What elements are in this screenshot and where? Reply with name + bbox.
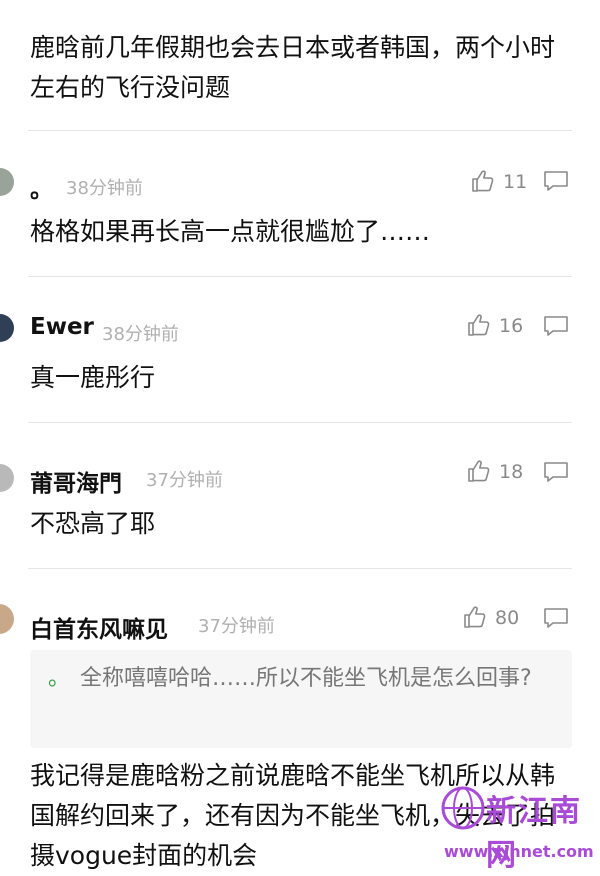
comment-bubble-icon[interactable] — [542, 169, 570, 193]
thumbs-up-icon[interactable] — [466, 312, 492, 338]
timestamp: 38分钟前 — [102, 324, 179, 345]
quoted-reply-body: 全称嘻嘻哈哈……所以不能坐飞机是怎么回事? — [80, 666, 532, 691]
avatar[interactable] — [0, 464, 14, 492]
thumbs-up-icon[interactable] — [470, 168, 496, 194]
like-count: 18 — [499, 461, 524, 483]
timestamp: 38分钟前 — [66, 178, 143, 199]
comment-text: 真一鹿彤行 — [30, 363, 156, 392]
comment-bubble-icon[interactable] — [542, 606, 570, 630]
comment-text: 格格如果再长高一点就很尴尬了…… — [30, 217, 431, 246]
username[interactable]: 莆哥海門 — [30, 464, 122, 498]
comment-item: Ewer 38分钟前 16 真一鹿彤行 — [0, 306, 600, 422]
like-count: 11 — [503, 171, 528, 193]
globe-logo-icon — [441, 786, 485, 830]
username[interactable]: Ewer — [30, 314, 94, 340]
divider — [28, 422, 572, 423]
comment-bubble-icon[interactable] — [542, 314, 570, 338]
avatar[interactable] — [0, 168, 14, 196]
quoted-reply-text: 。全称嘻嘻哈哈……所以不能坐飞机是怎么回事? — [48, 662, 548, 696]
divider — [28, 276, 572, 277]
quoted-reply[interactable]: 。全称嘻嘻哈哈……所以不能坐飞机是怎么回事? — [30, 650, 572, 748]
timestamp: 37分钟前 — [198, 616, 275, 637]
username[interactable]: 。 — [30, 170, 53, 204]
thumbs-up-icon[interactable] — [462, 604, 488, 630]
comment-text: 不恐高了耶 — [30, 509, 156, 538]
divider — [28, 568, 572, 569]
quoted-reply-author[interactable]: 。 — [48, 666, 70, 691]
username[interactable]: 白首东风嘛见 — [30, 610, 168, 644]
site-watermark: 新江南网 www.xjnnet.com — [432, 780, 600, 873]
comment-feed: 鹿晗前几年假期也会去日本或者韩国，两个小时左右的飞行没问题 。 38分钟前 11… — [0, 0, 600, 873]
like-count: 80 — [495, 607, 520, 629]
comment-text: 鹿晗前几年假期也会去日本或者韩国，两个小时左右的飞行没问题 — [30, 33, 556, 102]
comment-item: 。 38分钟前 11 格格如果再长高一点就很尴尬了…… — [0, 160, 600, 276]
like-count: 16 — [499, 315, 524, 337]
avatar[interactable] — [0, 314, 14, 342]
comment-bubble-icon[interactable] — [542, 460, 570, 484]
thumbs-up-icon[interactable] — [466, 458, 492, 484]
avatar[interactable] — [0, 604, 14, 634]
divider — [28, 130, 572, 131]
timestamp: 37分钟前 — [146, 470, 223, 491]
watermark-url: www.xjnnet.com — [444, 842, 594, 861]
comment-item: 莆哥海門 37分钟前 18 不恐高了耶 — [0, 452, 600, 568]
